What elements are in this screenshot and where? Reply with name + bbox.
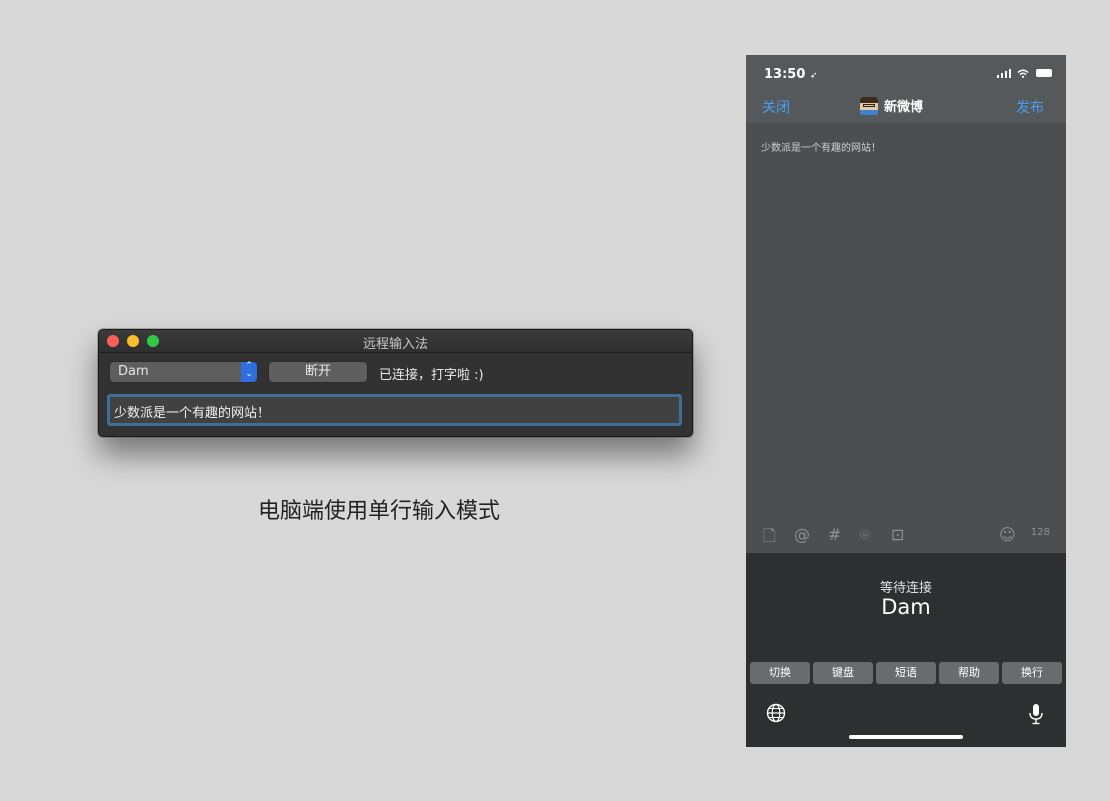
device-select[interactable]: Dam ⌃ ⌄: [110, 362, 257, 382]
status-time: 13:50 ➶: [764, 67, 817, 82]
location-icon[interactable]: ⌾: [860, 525, 870, 545]
signal-icon: [997, 68, 1011, 78]
hashtag-icon[interactable]: #: [828, 525, 841, 544]
text-input-value: 少数派是一个有趣的网站！: [114, 406, 271, 421]
nav-title: 新微博: [860, 95, 923, 115]
text-input-field[interactable]: 少数派是一个有趣的网站！: [107, 394, 682, 426]
emoji-icon[interactable]: ☺: [999, 525, 1016, 544]
caption: 电脑端使用单行输入模式: [258, 499, 501, 524]
battery-icon: [1036, 69, 1052, 77]
keyboard-device-name: Dam: [881, 595, 931, 619]
newline-key[interactable]: 换行: [1002, 662, 1062, 684]
keyboard-status: 等待连接: [879, 581, 932, 596]
window-title: 远程输入法: [362, 337, 428, 352]
publish-button[interactable]: 发布: [1016, 97, 1044, 117]
at-icon[interactable]: @: [794, 525, 810, 544]
help-key[interactable]: 帮助: [939, 662, 999, 684]
camera-icon[interactable]: ⊡: [891, 525, 904, 544]
close-button[interactable]: 关闭: [762, 97, 790, 117]
connection-status: 已连接，打字啦 :): [379, 368, 484, 383]
device-select-value: Dam: [118, 364, 149, 379]
nav-title-text: 新微博: [884, 100, 924, 115]
location-arrow-icon: ➶: [809, 71, 818, 81]
home-indicator[interactable]: [849, 735, 963, 739]
title-bar[interactable]: 远程输入法: [99, 330, 692, 353]
wifi-icon: [1016, 69, 1029, 78]
chevron-up-down-icon: ⌃ ⌄: [241, 362, 257, 382]
phone-header: 13:50 ➶ 关闭 新微博 发布: [746, 55, 1066, 123]
switch-key[interactable]: 切换: [750, 662, 810, 684]
document-icon[interactable]: 🗋: [763, 525, 776, 552]
keyboard-area: 等待连接 Dam 切换 键盘 短语 帮助 换行: [746, 553, 1066, 747]
status-icons: [997, 66, 1052, 79]
phone-screen: 13:50 ➶ 关闭 新微博 发布 少数派是一个有趣的网站！ �: [746, 55, 1066, 747]
globe-icon[interactable]: [766, 703, 786, 723]
post-text-area[interactable]: 少数派是一个有趣的网站！: [761, 139, 881, 154]
phrases-key[interactable]: 短语: [876, 662, 936, 684]
keyboard-key[interactable]: 键盘: [813, 662, 873, 684]
disconnect-button[interactable]: 断开: [269, 362, 367, 382]
avatar: [860, 96, 878, 115]
status-time-value: 13:50: [764, 67, 806, 82]
microphone-icon[interactable]: [1026, 703, 1046, 725]
char-count: 128: [1030, 527, 1050, 538]
mac-window: 远程输入法 Dam ⌃ ⌄ 断开 已连接，打字啦 :) 少数派是一个有趣的网站！: [98, 329, 693, 437]
